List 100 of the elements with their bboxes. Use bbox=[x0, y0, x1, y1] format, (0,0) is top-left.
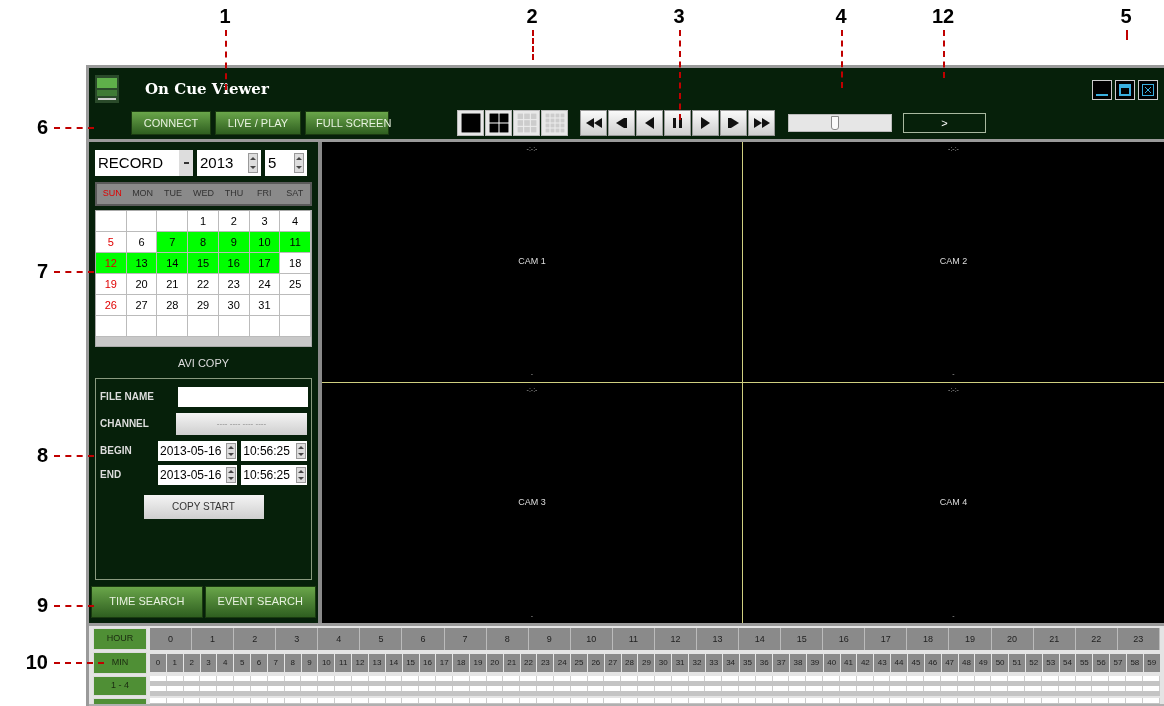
calendar-day[interactable]: 4 bbox=[280, 211, 312, 232]
minute-cell[interactable]: 46 bbox=[924, 654, 941, 672]
minute-cell[interactable]: 27 bbox=[604, 654, 621, 672]
slider-thumb[interactable] bbox=[830, 116, 839, 130]
minute-cell[interactable]: 7 bbox=[267, 654, 284, 672]
mode-dropdown[interactable]: RECORD bbox=[95, 150, 193, 176]
minute-cell[interactable]: 4 bbox=[217, 654, 234, 672]
minute-cell[interactable]: 17 bbox=[436, 654, 453, 672]
minute-cell[interactable]: 21 bbox=[503, 654, 520, 672]
spinner-field[interactable]: 2013-05-16 bbox=[158, 464, 238, 485]
search-tab[interactable]: EVENT SEARCH bbox=[204, 585, 316, 618]
minute-cell[interactable]: 12 bbox=[352, 654, 368, 672]
minute-cell[interactable]: 11 bbox=[335, 654, 352, 672]
calendar-day[interactable]: 10 bbox=[249, 232, 281, 253]
spinner-icon[interactable] bbox=[296, 442, 306, 459]
hour-cell[interactable]: 7 bbox=[444, 628, 487, 650]
hour-cell[interactable]: 1 bbox=[192, 628, 235, 650]
spinner-icon[interactable] bbox=[226, 466, 237, 483]
calendar-day[interactable]: 7 bbox=[157, 232, 189, 253]
minute-cell[interactable]: 5 bbox=[234, 654, 251, 672]
minute-cell[interactable]: 40 bbox=[823, 654, 840, 672]
minute-cell[interactable]: 53 bbox=[1042, 654, 1059, 672]
maximize-button[interactable] bbox=[1115, 80, 1135, 100]
minute-cell[interactable]: 14 bbox=[385, 654, 402, 672]
hour-cell[interactable]: 10 bbox=[570, 628, 613, 650]
minute-cell[interactable]: 54 bbox=[1059, 654, 1076, 672]
calendar-day[interactable]: 3 bbox=[249, 211, 281, 232]
minute-cell[interactable]: 41 bbox=[840, 654, 857, 672]
toolbar-button[interactable]: FULL SCREEN bbox=[305, 111, 389, 135]
spinner-field[interactable]: 10:56:25 bbox=[241, 440, 307, 461]
hour-cell[interactable]: 19 bbox=[949, 628, 992, 650]
close-button[interactable] bbox=[1138, 80, 1158, 100]
minute-cell[interactable]: 6 bbox=[251, 654, 267, 672]
minute-cell[interactable]: 42 bbox=[857, 654, 874, 672]
search-tab[interactable]: TIME SEARCH bbox=[91, 585, 203, 618]
hour-cell[interactable]: 11 bbox=[612, 628, 655, 650]
spinner-field[interactable]: 2013-05-16 bbox=[158, 440, 238, 461]
playback-button[interactable] bbox=[664, 110, 691, 136]
minute-cell[interactable]: 29 bbox=[638, 654, 655, 672]
minute-cell[interactable]: 22 bbox=[520, 654, 537, 672]
layout-button[interactable] bbox=[457, 110, 484, 136]
minute-cell[interactable]: 47 bbox=[941, 654, 958, 672]
month-spinner[interactable]: 5 bbox=[265, 150, 307, 176]
calendar-day[interactable]: 17 bbox=[249, 253, 281, 274]
minute-cell[interactable]: 48 bbox=[958, 654, 975, 672]
spinner-icon[interactable] bbox=[296, 466, 306, 483]
minute-cell[interactable]: 28 bbox=[621, 654, 638, 672]
layout-button[interactable] bbox=[485, 110, 512, 136]
calendar-day[interactable]: 23 bbox=[218, 274, 250, 295]
minute-cell[interactable]: 2 bbox=[183, 654, 200, 672]
calendar-day[interactable]: 27 bbox=[126, 295, 158, 316]
minute-cell[interactable]: 23 bbox=[537, 654, 554, 672]
minute-cell[interactable]: 3 bbox=[200, 654, 217, 672]
hour-cell[interactable]: 18 bbox=[907, 628, 950, 650]
minute-cell[interactable]: 26 bbox=[587, 654, 604, 672]
minute-cell[interactable]: 59 bbox=[1143, 654, 1160, 672]
minute-cell[interactable]: 8 bbox=[284, 654, 301, 672]
minute-cell[interactable]: 20 bbox=[486, 654, 503, 672]
playback-button[interactable] bbox=[608, 110, 635, 136]
calendar-day[interactable]: 1 bbox=[188, 211, 219, 232]
hour-cell[interactable]: 20 bbox=[991, 628, 1034, 650]
minute-cell[interactable]: 52 bbox=[1025, 654, 1042, 672]
hour-cell[interactable]: 13 bbox=[697, 628, 740, 650]
calendar-day[interactable]: 6 bbox=[126, 232, 158, 253]
minute-cell[interactable]: 19 bbox=[470, 654, 486, 672]
minute-cell[interactable]: 24 bbox=[554, 654, 571, 672]
minute-cell[interactable]: 39 bbox=[806, 654, 823, 672]
calendar-day[interactable]: 26 bbox=[96, 295, 127, 316]
calendar-day[interactable]: 30 bbox=[218, 295, 250, 316]
hour-cell[interactable]: 6 bbox=[402, 628, 445, 650]
calendar-day[interactable]: 12 bbox=[96, 253, 127, 274]
calendar-day[interactable]: 16 bbox=[218, 253, 250, 274]
calendar-day[interactable]: 25 bbox=[280, 274, 312, 295]
minute-cell[interactable]: 32 bbox=[689, 654, 705, 672]
minute-cell[interactable]: 10 bbox=[318, 654, 335, 672]
minimize-button[interactable] bbox=[1092, 80, 1112, 100]
hour-cell[interactable]: 14 bbox=[739, 628, 782, 650]
hour-cell[interactable]: 8 bbox=[486, 628, 529, 650]
calendar-day[interactable]: 15 bbox=[188, 253, 219, 274]
toolbar-button[interactable]: LIVE / PLAY bbox=[215, 111, 301, 135]
calendar-day[interactable]: 19 bbox=[96, 274, 127, 295]
hour-cell[interactable]: 9 bbox=[528, 628, 571, 650]
calendar-day[interactable]: 14 bbox=[157, 253, 189, 274]
minute-cell[interactable]: 58 bbox=[1126, 654, 1143, 672]
toolbar-button[interactable]: CONNECT bbox=[131, 111, 211, 135]
hour-cell[interactable]: 22 bbox=[1075, 628, 1118, 650]
calendar-day[interactable]: 21 bbox=[157, 274, 189, 295]
minute-cell[interactable]: 55 bbox=[1076, 654, 1093, 672]
minute-cell[interactable]: 45 bbox=[907, 654, 924, 672]
calendar-day[interactable]: 24 bbox=[249, 274, 281, 295]
minute-cell[interactable]: 33 bbox=[705, 654, 722, 672]
calendar-day[interactable]: 11 bbox=[280, 232, 312, 253]
minute-cell[interactable]: 35 bbox=[739, 654, 756, 672]
calendar-day[interactable]: 28 bbox=[157, 295, 189, 316]
calendar-day[interactable]: 22 bbox=[188, 274, 219, 295]
calendar-day[interactable]: 13 bbox=[126, 253, 158, 274]
minute-cell[interactable]: 56 bbox=[1093, 654, 1110, 672]
minute-cell[interactable]: 49 bbox=[975, 654, 992, 672]
hour-cell[interactable]: 23 bbox=[1117, 628, 1160, 650]
minute-cell[interactable]: 44 bbox=[891, 654, 907, 672]
